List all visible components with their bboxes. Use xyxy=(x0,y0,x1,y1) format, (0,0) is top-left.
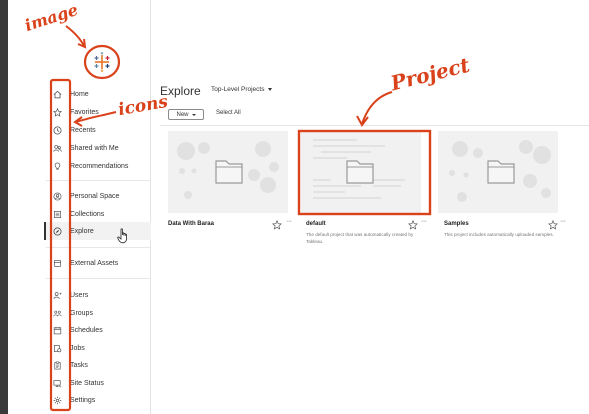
new-button-label: New xyxy=(176,111,189,118)
sidebar-item-jobs[interactable]: Jobs xyxy=(52,340,152,356)
more-actions-icon[interactable]: ··· xyxy=(421,218,427,225)
project-card-thumbnail[interactable] xyxy=(168,131,288,213)
sidebar-item-label: Home xyxy=(70,90,89,98)
home-icon xyxy=(52,89,62,99)
sidebar-item-label: Recommendations xyxy=(70,162,129,170)
sidebar-item-groups[interactable]: Groups xyxy=(52,305,152,321)
shared-users-icon xyxy=(52,143,62,153)
project-card-name[interactable]: Samples xyxy=(444,221,469,227)
sidebar-item-label: Personal Space xyxy=(70,192,120,200)
monitor-icon xyxy=(52,378,62,388)
sidebar-item-users[interactable]: Users xyxy=(52,287,152,303)
sidebar-item-label: Settings xyxy=(70,396,96,404)
sidebar-item-label: Site Status xyxy=(70,379,104,387)
clipboard-icon xyxy=(52,360,62,370)
sidebar-item-label: Shared with Me xyxy=(70,144,119,152)
more-actions-icon[interactable]: ··· xyxy=(560,218,566,225)
clock-icon xyxy=(52,125,62,135)
person-circle-icon xyxy=(52,191,62,201)
collection-icon xyxy=(52,209,62,219)
favorite-star-icon[interactable] xyxy=(271,217,283,230)
calendar-icon xyxy=(52,325,62,335)
project-card-thumbnail[interactable] xyxy=(301,131,421,213)
sidebar-item-explore[interactable]: Explore xyxy=(44,222,151,240)
project-card-name[interactable]: default xyxy=(306,221,326,227)
sidebar-item-label: Groups xyxy=(70,309,93,317)
project-card-description: The default project that was automatical… xyxy=(306,232,414,244)
tableau-logo-icon[interactable] xyxy=(90,50,114,74)
sidebar-item-label: Jobs xyxy=(70,344,85,352)
gear-icon xyxy=(52,395,62,405)
sidebar-item-label: External Assets xyxy=(70,259,119,267)
group-icon xyxy=(52,308,62,318)
sidebar-item-collections[interactable]: Collections xyxy=(52,206,152,222)
sidebar-item-label: Explore xyxy=(70,227,94,235)
new-button[interactable]: New xyxy=(168,109,204,120)
sidebar-item-personal-space[interactable]: Personal Space xyxy=(52,188,152,204)
sidebar-item-label: Tasks xyxy=(70,361,88,369)
sidebar-item-label: Users xyxy=(70,291,89,299)
project-card-thumbnail[interactable] xyxy=(438,131,558,213)
sidebar-divider xyxy=(46,180,151,181)
jobs-icon xyxy=(52,343,62,353)
sidebar-item-site-status[interactable]: Site Status xyxy=(52,375,152,391)
hand-cursor-icon xyxy=(117,228,127,244)
chevron-down-icon xyxy=(191,113,196,116)
lightbulb-icon xyxy=(52,161,62,171)
sidebar-item-settings[interactable]: Settings xyxy=(52,392,152,408)
sidebar-item-schedules[interactable]: Schedules xyxy=(52,322,152,338)
sidebar-item-tasks[interactable]: Tasks xyxy=(52,357,152,373)
sidebar-divider xyxy=(46,247,151,248)
favorite-star-icon[interactable] xyxy=(407,217,419,230)
user-icon xyxy=(52,290,62,300)
sidebar-item-shared-with-me[interactable]: Shared with Me xyxy=(52,140,152,156)
sidebar-item-label: Favorites xyxy=(70,108,99,116)
database-icon xyxy=(52,258,62,268)
compass-icon xyxy=(52,226,62,236)
project-filter-dropdown[interactable]: Top-Level Projects xyxy=(211,86,273,93)
project-card-description: This project includes automatically uplo… xyxy=(444,232,554,237)
chevron-down-icon xyxy=(268,87,273,91)
sidebar-item-recents[interactable]: Recents xyxy=(52,122,152,138)
sidebar-item-label: Recents xyxy=(70,126,96,134)
project-card-name[interactable]: Data With Baraa xyxy=(168,221,214,227)
sidebar-item-label: Schedules xyxy=(70,326,103,334)
toolbar-divider xyxy=(160,125,589,126)
sidebar-item-recommendations[interactable]: Recommendations xyxy=(52,158,152,174)
window-frame xyxy=(0,0,8,414)
app-window: Home Favorites Recents Shared with Me Re… xyxy=(8,0,589,414)
sidebar: Home Favorites Recents Shared with Me Re… xyxy=(8,0,151,414)
select-all-button[interactable]: Select All xyxy=(216,110,241,116)
favorite-star-icon[interactable] xyxy=(547,217,559,230)
more-actions-icon[interactable]: ··· xyxy=(286,218,292,225)
project-filter-value: Top-Level Projects xyxy=(211,86,265,93)
sidebar-divider xyxy=(46,278,151,279)
sidebar-item-label: Collections xyxy=(70,210,105,218)
sidebar-item-external-assets[interactable]: External Assets xyxy=(52,255,152,271)
star-icon xyxy=(52,107,62,117)
